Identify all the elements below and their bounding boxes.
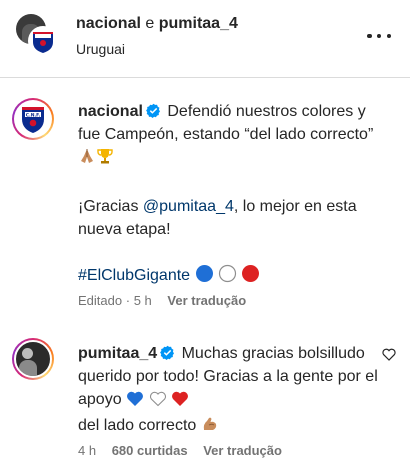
- mention-link[interactable]: @pumitaa_4: [143, 198, 234, 215]
- white-circle-icon: [218, 264, 237, 290]
- comment-text: pumitaa_4 Muchas gracias bolsilludo quer…: [78, 342, 378, 440]
- caption-username[interactable]: nacional: [78, 103, 143, 120]
- comment-avatar[interactable]: [12, 338, 54, 380]
- collab-avatars[interactable]: [16, 14, 58, 56]
- red-heart-icon: [171, 390, 189, 414]
- avatar-nacional[interactable]: [28, 26, 58, 56]
- header-username-a[interactable]: nacional: [76, 15, 141, 32]
- caption-meta: Editado · 5 h Ver tradução: [78, 293, 246, 308]
- comment-meta: 4 h 680 curtidas Ver tradução: [78, 443, 294, 458]
- comment-translate-button[interactable]: Ver tradução: [203, 443, 282, 458]
- flexed-biceps-icon: [201, 415, 219, 440]
- trophy-icon: [96, 147, 114, 172]
- collab-title: nacional e pumitaa_4: [76, 15, 238, 33]
- hashtag-link[interactable]: #ElClubGigante: [78, 267, 190, 284]
- nacional-crest-icon: C.N.F.: [22, 107, 44, 133]
- post-header: nacional e pumitaa_4 Uruguai: [0, 0, 410, 78]
- comment-likes[interactable]: 680 curtidas: [112, 443, 188, 458]
- comment-username[interactable]: pumitaa_4: [78, 345, 157, 362]
- header-username-b[interactable]: pumitaa_4: [159, 15, 238, 32]
- praying-hands-icon: [78, 147, 96, 172]
- location-label[interactable]: Uruguai: [76, 41, 125, 57]
- verified-badge-icon: [160, 345, 175, 360]
- edited-label: Editado: [78, 293, 123, 308]
- red-circle-icon: [241, 264, 260, 290]
- like-heart-icon[interactable]: [382, 348, 396, 361]
- comment-time[interactable]: 4 h: [78, 443, 96, 458]
- nacional-crest-icon: [33, 32, 53, 53]
- blue-heart-icon: [126, 390, 144, 414]
- caption-thanks: ¡Gracias: [78, 198, 139, 215]
- verified-badge-icon: [146, 103, 160, 118]
- white-heart-icon: [149, 390, 167, 414]
- more-options-icon[interactable]: [364, 26, 394, 46]
- svg-text:C.N.F.: C.N.F.: [26, 112, 41, 118]
- meta-separator: ·: [125, 293, 131, 308]
- caption-time[interactable]: 5 h: [134, 293, 152, 308]
- caption-avatar[interactable]: C.N.F.: [12, 98, 54, 140]
- header-conjunction: e: [145, 15, 155, 32]
- blue-circle-icon: [195, 264, 214, 290]
- caption-translate-button[interactable]: Ver tradução: [167, 293, 246, 308]
- comment-body-2: del lado correcto: [78, 417, 197, 434]
- caption-text: nacional Defendió nuestros colores y fue…: [78, 100, 388, 290]
